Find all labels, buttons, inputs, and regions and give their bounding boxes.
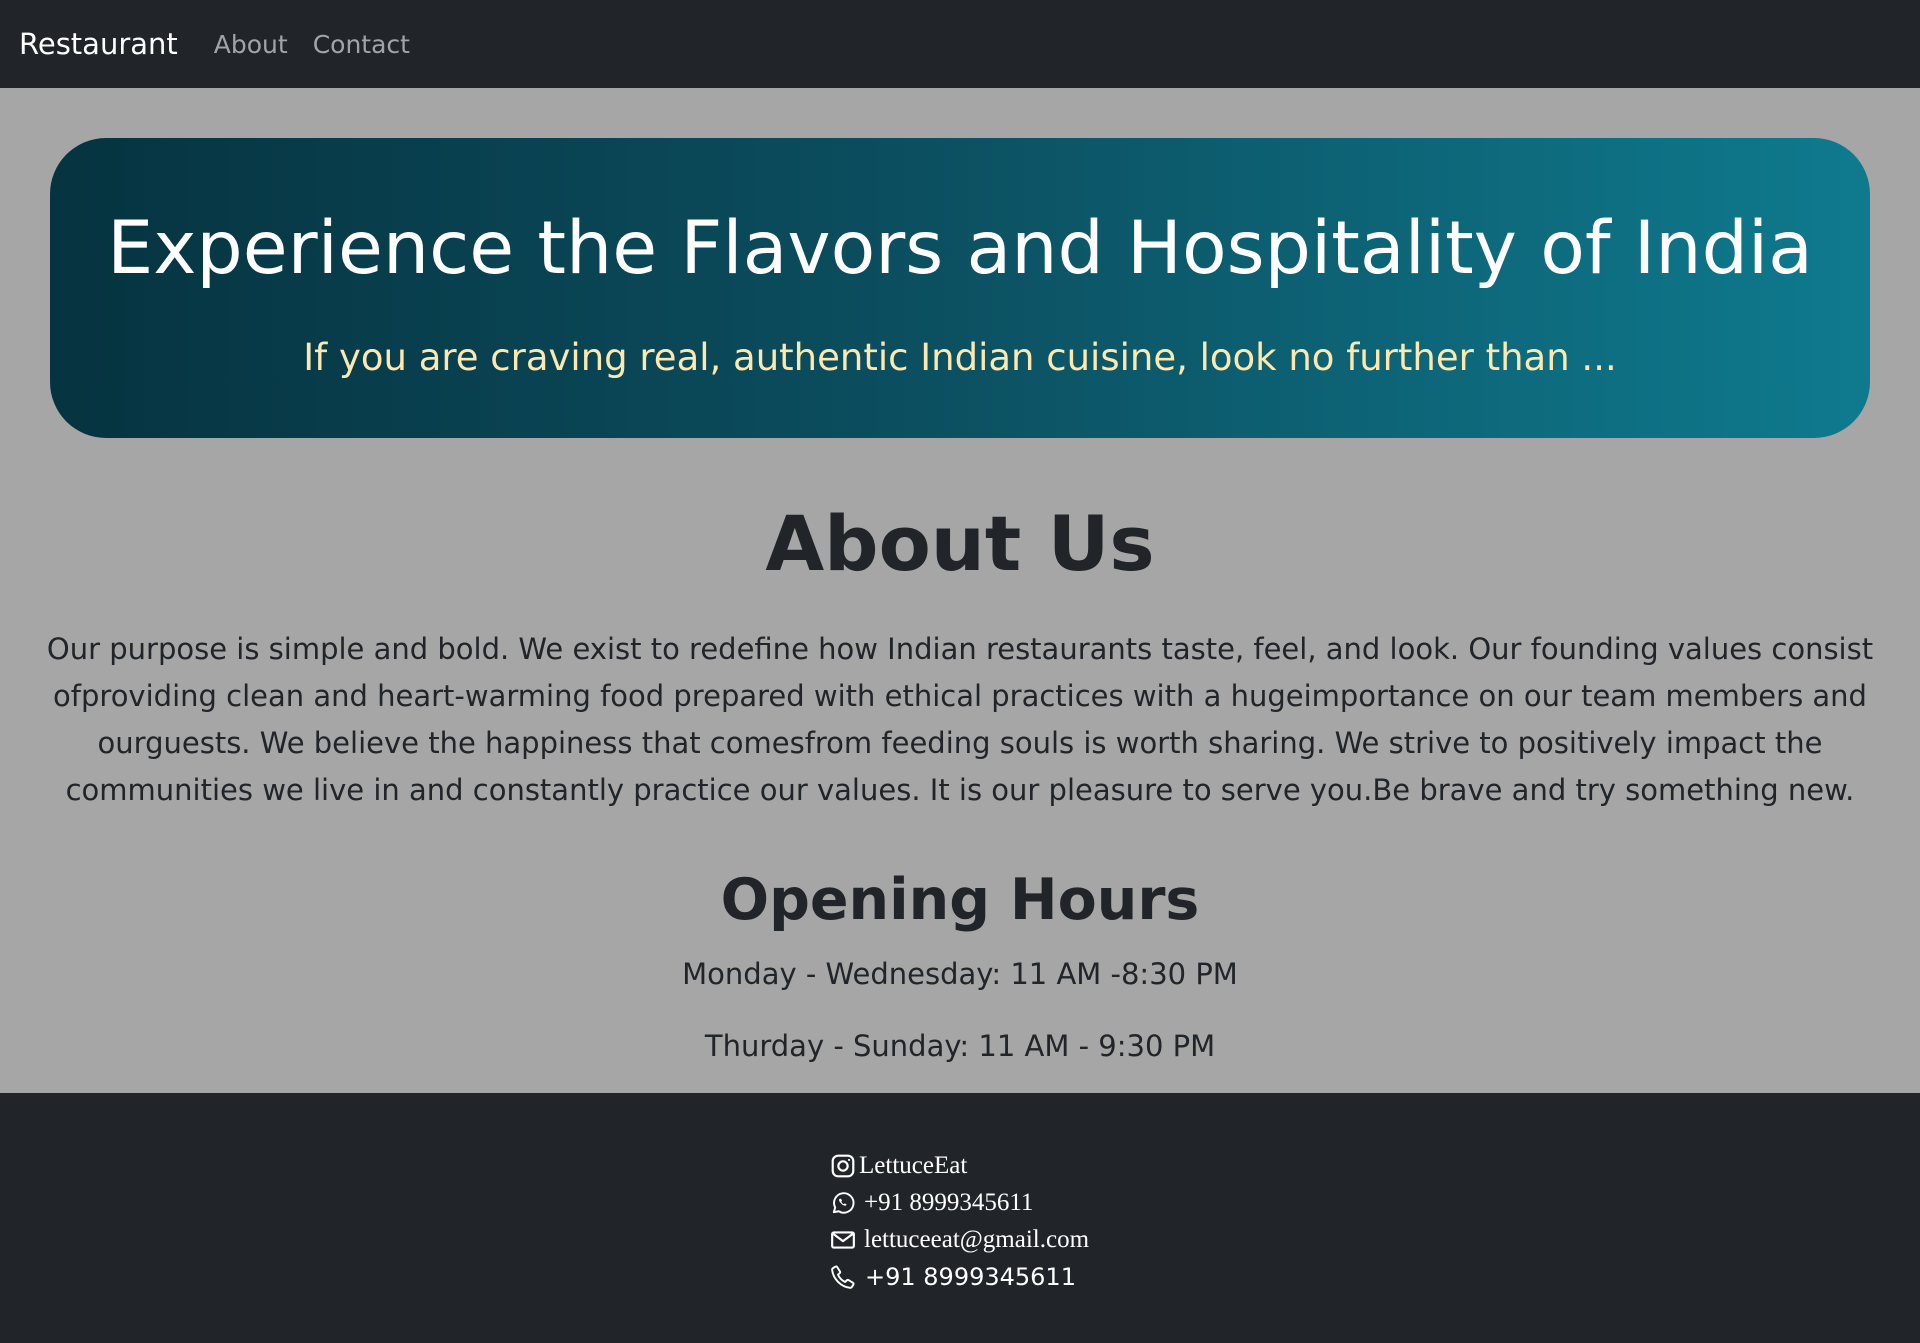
nav-link-contact[interactable]: Contact <box>313 30 410 59</box>
opening-hours-weekday: Monday - Wednesday: 11 AM -8:30 PM <box>682 957 1238 991</box>
about-text: Our purpose is simple and bold. We exist… <box>46 632 1874 807</box>
opening-hours-title: Opening Hours <box>720 867 1200 933</box>
footer: LettuceEat +91 8999345611 lettuceeat@gma… <box>0 1093 1920 1343</box>
instagram-icon <box>830 1153 856 1179</box>
hero-subtitle: If you are craving real, authentic India… <box>303 336 1617 379</box>
contact-phone[interactable]: +91 8999345611 <box>830 1258 1089 1295</box>
contact-instagram-text: LettuceEat <box>859 1151 968 1179</box>
contact-phone-text: +91 8999345611 <box>865 1262 1076 1291</box>
contact-list: LettuceEat +91 8999345611 lettuceeat@gma… <box>830 1147 1089 1295</box>
navbar-brand[interactable]: Restaurant <box>19 27 178 61</box>
hero-title: Experience the Flavors and Hospitality o… <box>107 206 1813 291</box>
contact-email[interactable]: lettuceeat@gmail.com <box>830 1221 1089 1258</box>
contact-instagram[interactable]: LettuceEat <box>830 1147 1089 1184</box>
envelope-icon <box>830 1227 856 1253</box>
hero-banner: Experience the Flavors and Hospitality o… <box>50 138 1870 438</box>
whatsapp-icon <box>830 1190 856 1216</box>
contact-whatsapp[interactable]: +91 8999345611 <box>830 1184 1089 1221</box>
nav-link-about[interactable]: About <box>214 30 288 59</box>
opening-hours-weekend: Thurday - Sunday: 11 AM - 9:30 PM <box>704 1029 1216 1063</box>
navbar: Restaurant About Contact <box>0 0 1920 88</box>
contact-whatsapp-text: +91 8999345611 <box>864 1188 1034 1216</box>
phone-icon <box>830 1264 856 1290</box>
about-title: About Us <box>765 499 1155 588</box>
contact-email-text: lettuceeat@gmail.com <box>864 1225 1090 1253</box>
